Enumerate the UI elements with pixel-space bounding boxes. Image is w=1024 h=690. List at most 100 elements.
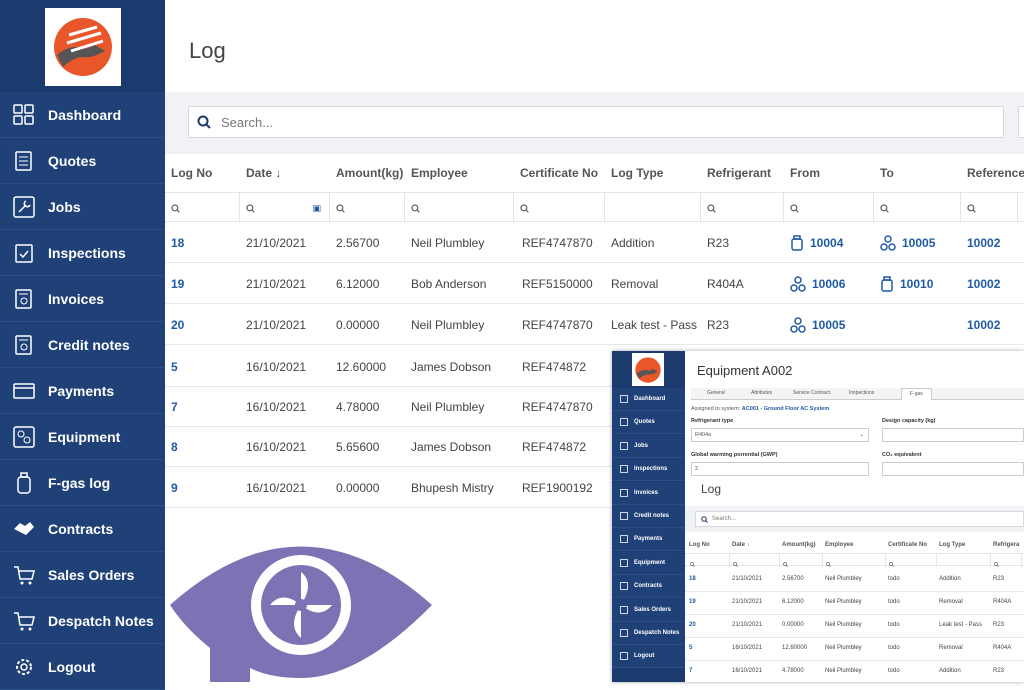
sidebar-item-inspections[interactable]: Inspections — [0, 230, 165, 276]
preview-cell-log-no[interactable]: 7 — [689, 668, 692, 674]
preview-sidebar-item[interactable]: Logout — [612, 645, 685, 669]
sidebar-item-dashboard[interactable]: Dashboard — [0, 92, 165, 138]
cell-reference[interactable]: 10002 — [967, 304, 1000, 345]
cell-log-no[interactable]: 5 — [171, 346, 178, 387]
preview-cell-log-no[interactable]: 20 — [689, 622, 696, 628]
preview-tab[interactable]: Service Contract — [793, 390, 830, 396]
column-header[interactable]: Date ↓ — [246, 166, 281, 180]
preview-table-row[interactable]: 18 21/10/2021 2.56700 Neil Plumbley todo Addi… — [685, 569, 1024, 592]
preview-column-filter[interactable] — [730, 554, 780, 567]
calendar-icon[interactable]: ▣ — [312, 203, 321, 214]
preview-column-header[interactable]: Amount(kg) — [782, 542, 816, 548]
sidebar-item-contracts[interactable]: Contracts — [0, 506, 165, 552]
preview-sidebar-item[interactable]: Inspections — [612, 458, 685, 482]
column-header[interactable]: Log No — [171, 166, 212, 180]
column-filter[interactable]: ▣ — [240, 193, 330, 223]
preview-sidebar-item[interactable]: Jobs — [612, 434, 685, 458]
column-filter[interactable] — [961, 193, 1018, 223]
refrigerant-type-select[interactable]: R404a ⌄ — [691, 428, 869, 442]
cell-log-no[interactable]: 20 — [171, 304, 184, 345]
assigned-system-link[interactable]: AC001 - Ground Floor AC System — [742, 406, 830, 412]
column-header[interactable]: From — [790, 166, 820, 180]
preview-column-filter[interactable] — [823, 554, 886, 567]
preview-column-header[interactable]: Log No — [689, 542, 710, 548]
preview-column-filter[interactable] — [886, 554, 937, 567]
preview-column-header[interactable]: Log Type — [939, 542, 965, 548]
preview-table-row[interactable]: 19 21/10/2021 6.12000 Neil Plumbley todo Remo… — [685, 592, 1024, 615]
sidebar-item-despatch-notes[interactable]: Despatch Notes — [0, 598, 165, 644]
column-filter[interactable] — [784, 193, 874, 223]
cell-log-no[interactable]: 7 — [171, 386, 178, 427]
preview-sidebar-item[interactable]: Credit notes — [612, 505, 685, 528]
cell-from[interactable]: 10004 — [790, 222, 843, 263]
preview-tab[interactable]: Attributes — [751, 390, 772, 396]
preview-column-header[interactable]: Employee — [825, 542, 853, 548]
preview-cell-log-no[interactable]: 5 — [689, 645, 692, 651]
preview-sidebar-item[interactable]: Quotes — [612, 411, 685, 435]
sidebar-item-logout[interactable]: Logout — [0, 644, 165, 690]
column-filter[interactable] — [330, 193, 405, 223]
cell-from[interactable]: 10005 — [790, 304, 845, 345]
column-filter[interactable] — [165, 193, 240, 223]
column-header[interactable]: Certificate No — [520, 166, 598, 180]
preview-tab[interactable]: F-gas — [901, 388, 932, 400]
preview-tab[interactable]: Inspections — [849, 390, 874, 396]
preview-sidebar-item[interactable]: Payments — [612, 528, 685, 552]
cell-log-no[interactable]: 8 — [171, 426, 178, 467]
preview-sidebar-item[interactable]: Dashboard — [612, 388, 685, 411]
preview-column-header[interactable]: Refrigera — [993, 542, 1019, 548]
preview-table-row[interactable]: 7 16/10/2021 4.78000 Neil Plumbley todo Addit… — [685, 661, 1024, 682]
preview-table-row[interactable]: 20 21/10/2021 0.00000 Neil Plumbley todo Leak… — [685, 615, 1024, 638]
filter-button[interactable] — [1018, 106, 1024, 138]
sidebar-item-payments[interactable]: Payments — [0, 368, 165, 414]
search-input[interactable]: Search... — [188, 106, 1004, 138]
gwp-input[interactable]: 2 — [691, 462, 869, 476]
preview-sidebar-item[interactable]: Equipment — [612, 551, 685, 575]
preview-tab[interactable]: General — [707, 390, 725, 396]
cell-to[interactable]: 10005 — [880, 222, 935, 263]
table-row[interactable]: 20 21/10/2021 0.00000 Neil Plumbley REF47478… — [165, 304, 1024, 345]
preview-column-header[interactable]: Certificate No — [888, 542, 927, 548]
cell-reference[interactable]: 10002 — [967, 222, 1000, 263]
column-filter[interactable] — [514, 193, 605, 223]
preview-column-filter[interactable] — [687, 554, 730, 567]
sidebar-item-jobs[interactable]: Jobs — [0, 184, 165, 230]
cell-reference[interactable]: 10002 — [967, 263, 1000, 304]
column-header[interactable]: Employee — [411, 166, 468, 180]
column-header[interactable]: Log Type — [611, 166, 663, 180]
column-filter[interactable] — [405, 193, 514, 223]
column-header[interactable]: Amount(kg) — [336, 166, 403, 180]
co2-input[interactable] — [882, 462, 1024, 476]
sidebar-item-invoices[interactable]: Invoices — [0, 276, 165, 322]
cell-log-no[interactable]: 19 — [171, 263, 184, 304]
preview-sidebar-item[interactable]: Contracts — [612, 575, 685, 599]
preview-sidebar-item[interactable]: Invoices — [612, 481, 685, 505]
company-logo[interactable] — [45, 8, 121, 86]
column-filter[interactable] — [701, 193, 784, 223]
table-row[interactable]: 19 21/10/2021 6.12000 Bob Anderson REF515000… — [165, 263, 1024, 304]
sidebar-item-quotes[interactable]: Quotes — [0, 138, 165, 184]
cell-log-no[interactable]: 9 — [171, 467, 178, 508]
column-header[interactable]: Reference — [967, 166, 1024, 180]
sidebar-item-credit-notes[interactable]: Credit notes — [0, 322, 165, 368]
preview-column-filter[interactable] — [991, 554, 1022, 567]
sidebar-item-f-gas-log[interactable]: F-gas log — [0, 460, 165, 506]
cell-log-no[interactable]: 18 — [171, 222, 184, 263]
preview-column-filter[interactable] — [780, 554, 823, 567]
preview-cell-log-no[interactable]: 19 — [689, 599, 696, 605]
preview-cell-log-no[interactable]: 18 — [689, 576, 696, 582]
preview-table-row[interactable]: 5 16/10/2021 12.60000 Neil Plumbley todo Remo… — [685, 638, 1024, 661]
table-row[interactable]: 18 21/10/2021 2.56700 Neil Plumbley REF47478… — [165, 222, 1024, 263]
cell-from[interactable]: 10006 — [790, 263, 845, 304]
column-header[interactable]: Refrigerant — [707, 166, 771, 180]
design-capacity-input[interactable] — [882, 428, 1024, 442]
sidebar-item-equipment[interactable]: Equipment — [0, 414, 165, 460]
preview-search-input[interactable]: Search... — [695, 511, 1024, 527]
preview-sidebar-item[interactable]: Despatch Notes — [612, 622, 685, 645]
preview-column-filter[interactable] — [937, 554, 991, 567]
column-filter[interactable] — [605, 193, 701, 223]
column-header[interactable]: To — [880, 166, 894, 180]
column-filter[interactable] — [874, 193, 961, 223]
cell-to[interactable]: 10010 — [880, 263, 933, 304]
preview-sidebar-item[interactable]: Sales Orders — [612, 598, 685, 622]
